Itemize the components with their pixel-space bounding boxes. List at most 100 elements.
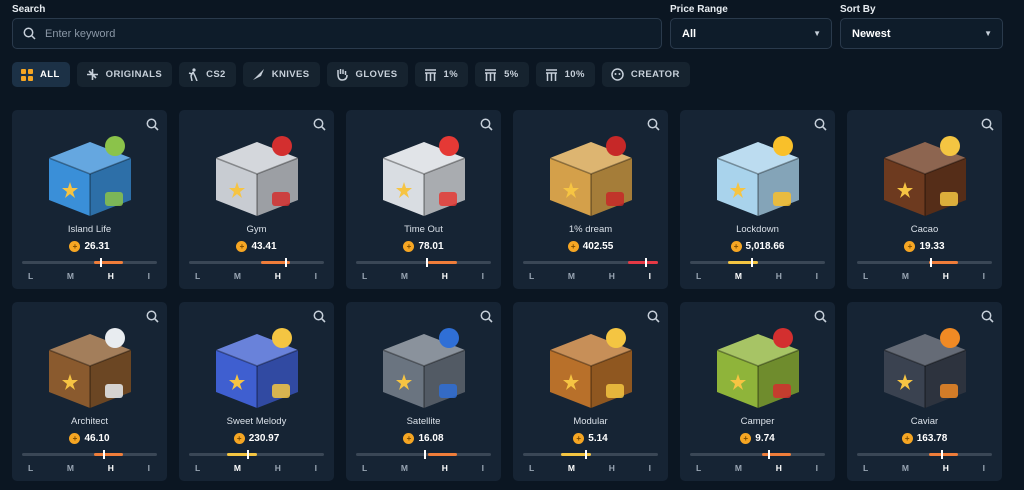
risk-level-label: L: [529, 463, 535, 473]
risk-marker: [585, 450, 588, 459]
risk-level-label: L: [863, 463, 869, 473]
case-image: [179, 118, 334, 222]
creator-icon: [611, 68, 624, 81]
case-grid: Island Life +26.31 L M H I Gym +43.41 L M H I Time O…: [12, 110, 1002, 481]
case-name: Architect: [71, 416, 108, 427]
case-price: +26.31: [12, 241, 167, 252]
podium-icon: [545, 68, 558, 81]
risk-marker: [750, 258, 753, 267]
risk-level-label: L: [863, 271, 869, 281]
case-card[interactable]: Modular +5.14 L M H I: [513, 302, 668, 481]
risk-level-label: H: [274, 463, 281, 473]
risk-level-label: I: [314, 463, 317, 473]
coin-icon: +: [403, 433, 415, 444]
filter-creator[interactable]: CREATOR: [601, 62, 690, 87]
case-price: +230.97: [179, 433, 334, 444]
filter-label: 5%: [504, 69, 519, 80]
risk-bar: [523, 258, 658, 267]
risk-levels: LMHI: [28, 463, 150, 473]
filter-1pct[interactable]: 1%: [414, 62, 469, 87]
case-image: [847, 118, 1002, 222]
case-card[interactable]: Camper +9.74 L M H I: [680, 302, 835, 481]
risk-bar-fill: [727, 261, 758, 264]
risk-level-label: M: [734, 271, 743, 281]
case-card[interactable]: Architect +46.10 L M H I: [12, 302, 167, 481]
filter-cs2[interactable]: CS2: [179, 62, 236, 87]
risk-levels: LMHI: [362, 463, 484, 473]
case-card[interactable]: Time Out +78.01 L M H I: [346, 110, 501, 289]
coin-icon: +: [403, 241, 415, 252]
risk-bar: [690, 258, 825, 267]
case-card[interactable]: Gym +43.41 L M H I: [179, 110, 334, 289]
price-range-label: Price Range: [670, 4, 728, 15]
case-price: +16.08: [346, 433, 501, 444]
case-card[interactable]: Lockdown +5,018.66 L M H I: [680, 110, 835, 289]
risk-levels: LMHI: [529, 271, 651, 281]
risk-level-label: H: [441, 463, 448, 473]
case-card[interactable]: Caviar +163.78 L M H I: [847, 302, 1002, 481]
risk-level-label: H: [107, 271, 114, 281]
risk-bar-fill: [93, 453, 124, 456]
case-image: [12, 118, 167, 222]
filter-label: CREATOR: [630, 69, 680, 80]
filter-label: CS2: [206, 69, 226, 80]
risk-level-label: H: [608, 271, 615, 281]
risk-level-label: M: [233, 271, 242, 281]
case-image: [680, 310, 835, 414]
case-name: Lockdown: [736, 224, 779, 235]
coin-icon: +: [69, 241, 81, 252]
risk-level-label: L: [362, 463, 368, 473]
case-name: Caviar: [910, 416, 939, 427]
filter-5pct[interactable]: 5%: [475, 62, 529, 87]
risk-marker: [100, 258, 103, 267]
case-price: +19.33: [847, 241, 1002, 252]
case-card[interactable]: Cacao +19.33 L M H I: [847, 110, 1002, 289]
risk-level-label: M: [66, 271, 75, 281]
search-input[interactable]: [45, 27, 625, 40]
risk-level-label: I: [147, 271, 150, 281]
risk-level-label: M: [734, 463, 743, 473]
case-card[interactable]: Sweet Melody +230.97 L M H I: [179, 302, 334, 481]
risk-level-label: H: [274, 271, 281, 281]
risk-level-label: I: [982, 271, 985, 281]
case-name: Satellite: [406, 416, 441, 427]
risk-level-label: L: [529, 271, 535, 281]
case-image: [513, 118, 668, 222]
case-card[interactable]: Island Life +26.31 L M H I: [12, 110, 167, 289]
case-price: +5,018.66: [680, 241, 835, 252]
risk-bar: [189, 258, 324, 267]
case-image: [680, 118, 835, 222]
case-name: Camper: [740, 416, 775, 427]
case-price-value: 78.01: [418, 241, 444, 252]
case-price-value: 402.55: [582, 241, 614, 252]
risk-level-label: I: [982, 463, 985, 473]
case-card[interactable]: Satellite +16.08 L M H I: [346, 302, 501, 481]
filter-10pct[interactable]: 10%: [535, 62, 595, 87]
case-card[interactable]: 1% dream +402.55 L M H I: [513, 110, 668, 289]
risk-level-label: H: [775, 463, 782, 473]
sort-by-select[interactable]: Newest ▼: [840, 18, 1003, 49]
case-price: +78.01: [346, 241, 501, 252]
filter-originals[interactable]: ORIGINALS: [76, 62, 173, 87]
risk-marker: [284, 258, 287, 267]
filter-all[interactable]: ALL: [12, 62, 70, 87]
risk-marker: [929, 258, 932, 267]
case-price-value: 46.10: [84, 433, 110, 444]
risk-marker: [940, 450, 943, 459]
search-field[interactable]: [12, 18, 662, 49]
risk-level-label: L: [195, 463, 201, 473]
chevron-down-icon: ▼: [984, 29, 992, 38]
podium-icon: [424, 68, 437, 81]
risk-level-label: M: [66, 463, 75, 473]
risk-level-label: H: [942, 271, 949, 281]
risk-level-label: L: [28, 271, 34, 281]
risk-marker: [423, 450, 426, 459]
case-price: +43.41: [179, 241, 334, 252]
risk-level-label: M: [400, 271, 409, 281]
filter-gloves[interactable]: GLOVES: [326, 62, 408, 87]
risk-bar-fill: [928, 261, 959, 264]
plane-icon: [86, 68, 99, 81]
filter-knives[interactable]: KNIVES: [242, 62, 320, 87]
price-range-select[interactable]: All ▼: [670, 18, 832, 49]
risk-bar-fill: [761, 453, 792, 456]
